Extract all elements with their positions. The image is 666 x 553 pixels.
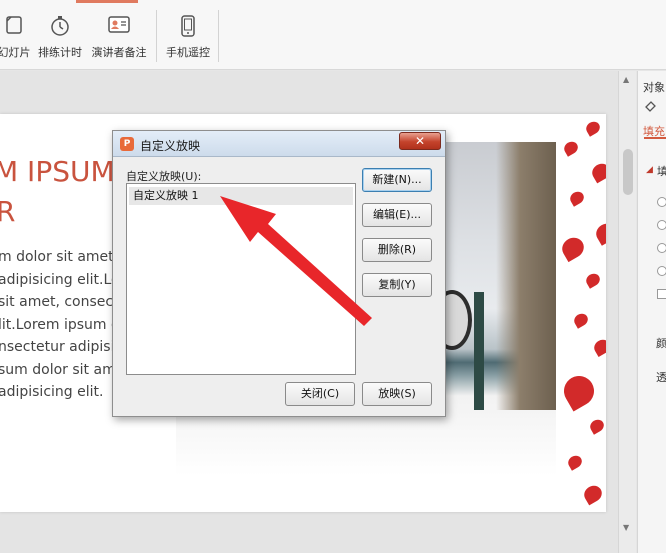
dialog-title: 自定义放映 xyxy=(140,139,201,153)
copy-button[interactable]: 复制(Y) xyxy=(362,273,432,297)
section-fill-label: 填 xyxy=(657,163,666,179)
scroll-down-icon[interactable]: ▼ xyxy=(623,523,629,532)
object-properties-pane: 对象 填充 ◢ 填 颜 透 xyxy=(637,71,666,553)
show-button[interactable]: 放映(S) xyxy=(362,382,432,406)
petal xyxy=(583,271,603,289)
transparency-label: 透 xyxy=(656,371,666,384)
petal xyxy=(581,482,605,506)
fill-option-radio[interactable] xyxy=(657,243,666,253)
new-button[interactable]: 新建(N)... xyxy=(362,168,432,192)
petal xyxy=(567,189,587,207)
petal xyxy=(558,233,588,263)
delete-button[interactable]: 删除(R) xyxy=(362,238,432,262)
ribbon-separator xyxy=(156,10,157,62)
fill-option-radio[interactable] xyxy=(657,220,666,230)
color-label: 颜 xyxy=(656,337,666,350)
fill-option-radio[interactable] xyxy=(657,197,666,207)
close-icon[interactable]: ✕ xyxy=(399,132,441,150)
speaker-notes-button[interactable]: 演讲者备注 xyxy=(89,14,149,64)
slide-title-line2[interactable]: R xyxy=(0,192,15,232)
close-button[interactable]: 关闭(C) xyxy=(285,382,355,406)
tab-underline xyxy=(644,137,666,139)
petal xyxy=(591,336,606,358)
slides-icon xyxy=(3,14,25,39)
pane-header: 对象 xyxy=(643,81,665,94)
ribbon-separator xyxy=(218,10,219,62)
photo-snow xyxy=(176,410,556,476)
rose-petals-decoration xyxy=(556,114,606,512)
slides-button-label: 幻灯片 xyxy=(0,46,31,59)
scroll-up-icon[interactable]: ▲ xyxy=(623,75,629,84)
petal xyxy=(583,119,603,137)
app-logo-icon: P xyxy=(120,137,134,151)
custom-show-dialog: P 自定义放映 ✕ 自定义放映(U): 自定义放映 1 新建(N)... 编辑(… xyxy=(112,130,446,417)
phone-remote-label: 手机遥控 xyxy=(166,46,210,59)
speaker-notes-icon xyxy=(107,14,131,39)
scrollbar-thumb[interactable] xyxy=(623,149,633,195)
speaker-notes-label: 演讲者备注 xyxy=(91,46,147,59)
slide-title-line1[interactable]: M IPSUM xyxy=(0,152,115,192)
workspace-scrollbar[interactable]: ▲ ▼ xyxy=(618,71,636,553)
phone-remote-button[interactable]: 手机遥控 xyxy=(164,14,212,64)
petal xyxy=(571,311,591,329)
rehearse-timing-button[interactable]: 排练计时 xyxy=(37,14,83,64)
custom-show-list-label: 自定义放映(U): xyxy=(126,170,202,183)
section-collapse-icon[interactable]: ◢ xyxy=(646,165,653,175)
rose-icon xyxy=(558,370,600,412)
rehearse-timing-label: 排练计时 xyxy=(38,46,82,59)
petal xyxy=(561,139,581,157)
dialog-titlebar[interactable]: P 自定义放映 ✕ xyxy=(113,131,445,157)
petal xyxy=(587,417,606,435)
petal xyxy=(589,160,606,184)
custom-show-list[interactable]: 自定义放映 1 xyxy=(126,183,356,375)
list-item[interactable]: 自定义放映 1 xyxy=(129,187,353,205)
active-tab-indicator xyxy=(76,0,138,3)
petal xyxy=(592,220,606,246)
slides-button[interactable]: 幻灯片 xyxy=(0,14,34,64)
ribbon-toolbar: 幻灯片 排练计时 演讲者备注 手机遥控 xyxy=(0,0,666,70)
fill-option-checkbox[interactable] xyxy=(657,289,666,299)
fill-tool-icon[interactable] xyxy=(643,99,657,116)
stopwatch-icon xyxy=(49,14,71,41)
phone-remote-icon xyxy=(179,14,197,41)
edit-button[interactable]: 编辑(E)... xyxy=(362,203,432,227)
fill-option-radio[interactable] xyxy=(657,266,666,276)
petal xyxy=(565,453,585,471)
